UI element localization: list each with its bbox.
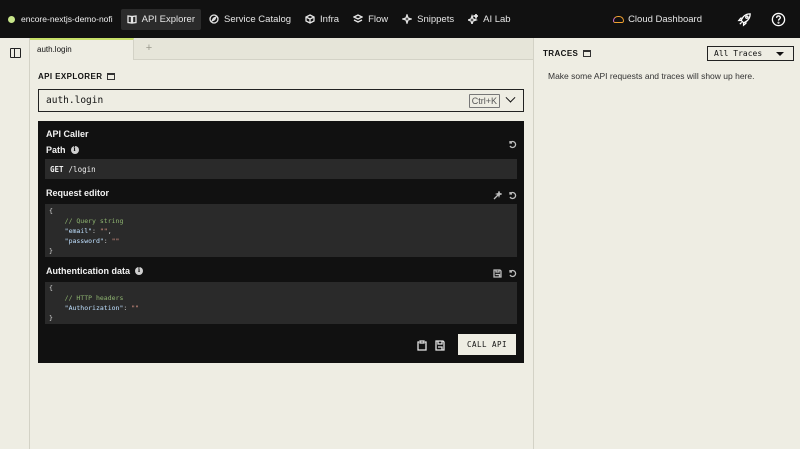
code-line: { (49, 284, 53, 292)
clipboard-icon (417, 340, 427, 351)
traces-empty-message: Make some API requests and traces will s… (548, 71, 755, 81)
nav-item-service-catalog[interactable]: Service Catalog (203, 9, 297, 30)
auth-data-label: Authentication data (46, 266, 131, 276)
http-method: GET (50, 165, 64, 174)
endpoint-name: auth.login (46, 95, 104, 106)
tab-auth-login[interactable]: auth.login (30, 38, 134, 60)
ai-sparkle-icon (468, 14, 479, 24)
nav-label: Service Catalog (223, 13, 292, 25)
main-nav: API Explorer Service Catalog Infra Flow … (120, 8, 519, 30)
add-tab-button[interactable]: + (143, 42, 155, 54)
shortcut-hint: Ctrl+K (468, 93, 500, 108)
app-selector[interactable]: encore-nextjs-demo-nofi (8, 8, 113, 30)
code-line: "email": "", (49, 227, 112, 235)
code-line: } (49, 314, 53, 322)
reset-auth-button[interactable] (508, 267, 517, 278)
save-icon (435, 340, 445, 351)
cloud-dashboard-link[interactable]: Cloud Dashboard (613, 14, 702, 25)
save-request-button[interactable] (435, 340, 445, 351)
nav-item-flow[interactable]: Flow (347, 9, 394, 30)
app-status-dot (8, 15, 15, 23)
sparkle-icon (402, 14, 413, 24)
auth-data-heading: Authentication data i (46, 266, 144, 276)
cloud-dashboard-label: Cloud Dashboard (628, 13, 702, 25)
api-caller-title: API Caller (46, 129, 89, 139)
info-icon[interactable]: i (70, 146, 79, 154)
reset-request-button[interactable] (508, 189, 517, 200)
nav-item-snippets[interactable]: Snippets (396, 9, 460, 30)
nav-label: AI Lab (483, 13, 511, 25)
auth-editor[interactable]: { // HTTP headers "Authorization": "" } (45, 282, 517, 324)
chevron-down-icon (505, 92, 516, 103)
call-api-button[interactable]: CALL API (458, 334, 516, 355)
code-line: { (49, 207, 53, 215)
endpoint-selector[interactable]: auth.login Ctrl+K (38, 89, 524, 112)
cloud-icon (613, 15, 625, 23)
api-explorer-heading: API EXPLORER (38, 72, 116, 81)
top-right-actions: Cloud Dashboard (613, 11, 786, 27)
traces-filter-select[interactable]: All Traces (707, 46, 794, 61)
nav-label: Flow (368, 13, 389, 25)
tab-bar: auth.login + (30, 38, 533, 60)
book-icon (127, 15, 137, 24)
help-icon (771, 12, 785, 26)
traces-title: TRACES (543, 49, 579, 58)
save-icon (493, 269, 502, 278)
code-comment: // Query string (49, 217, 124, 225)
copy-curl-button[interactable] (417, 340, 427, 351)
sidebar-toggle-icon[interactable] (10, 48, 21, 58)
format-button[interactable] (493, 189, 504, 200)
window-icon (583, 50, 592, 57)
traces-heading: TRACES (543, 49, 592, 58)
nav-label: Snippets (417, 13, 455, 25)
code-line: "password": "" (49, 237, 120, 245)
flow-icon (353, 14, 364, 23)
request-editor[interactable]: { // Query string "email": "", "password… (45, 204, 517, 257)
nav-label: API Explorer (141, 13, 195, 25)
reset-path-button[interactable] (508, 138, 517, 149)
caret-down-icon (776, 52, 784, 56)
nav-item-infra[interactable]: Infra (299, 9, 345, 30)
top-nav-bar: encore-nextjs-demo-nofi API Explorer Ser… (0, 0, 800, 38)
nav-label: Infra (320, 13, 340, 25)
info-icon[interactable]: i (135, 267, 144, 275)
endpoint-path: /login (68, 165, 96, 174)
app-name: encore-nextjs-demo-nofi (21, 14, 113, 24)
left-rail (0, 38, 30, 449)
cube-icon (305, 14, 315, 24)
compass-icon (209, 14, 219, 24)
code-line: } (49, 247, 53, 255)
api-explorer-title: API EXPLORER (38, 72, 103, 81)
traces-filter-value: All Traces (714, 49, 763, 58)
deploy-button[interactable] (736, 11, 752, 27)
code-comment: // HTTP headers (49, 294, 124, 302)
rocket-icon (737, 12, 751, 26)
undo-icon (509, 269, 517, 278)
undo-icon (509, 191, 517, 200)
undo-icon (509, 140, 517, 149)
window-icon (107, 73, 116, 80)
nav-item-api-explorer[interactable]: API Explorer (120, 8, 201, 30)
api-caller-panel: API Caller Path i GET/login Request edit… (38, 121, 524, 363)
nav-item-ai-lab[interactable]: AI Lab (462, 9, 516, 30)
traces-panel: TRACES All Traces Make some API requests… (533, 38, 800, 449)
magic-wand-icon (493, 189, 504, 200)
help-button[interactable] (770, 11, 786, 27)
path-heading: Path i (46, 145, 79, 155)
save-auth-button[interactable] (493, 267, 502, 278)
code-line: "Authorization": "" (49, 304, 140, 312)
path-field[interactable]: GET/login (45, 159, 517, 179)
request-editor-label: Request editor (46, 188, 110, 198)
path-label: Path (46, 145, 66, 155)
